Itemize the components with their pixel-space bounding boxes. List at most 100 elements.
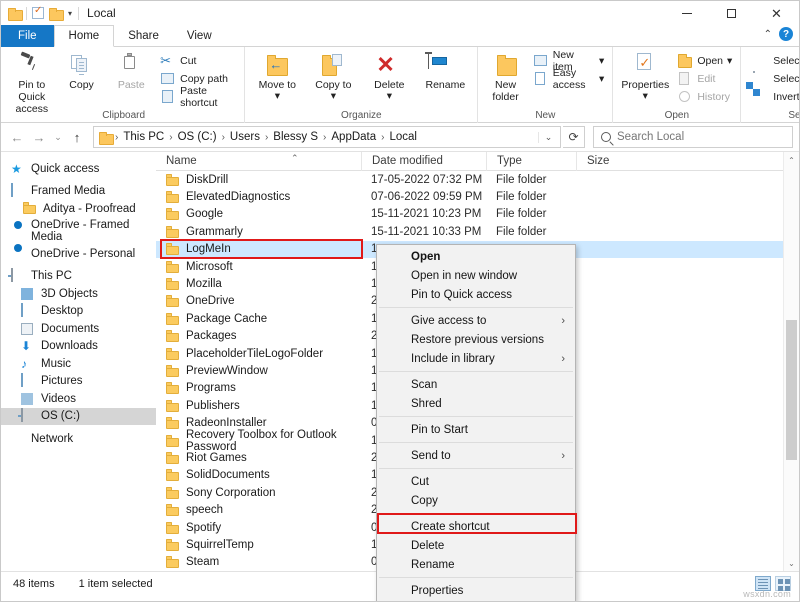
breadcrumb-os-c[interactable]: OS (C:): [173, 131, 222, 143]
tab-file[interactable]: File: [1, 25, 54, 47]
close-button[interactable]: ✕: [754, 1, 799, 25]
scrollbar-thumb[interactable]: [786, 320, 797, 460]
rename-button[interactable]: Rename: [418, 50, 472, 91]
forward-button[interactable]: →: [29, 127, 49, 147]
table-row[interactable]: Google15-11-2021 10:23 PMFile folder: [156, 206, 799, 223]
sidebar-item-network[interactable]: Network: [1, 430, 156, 448]
sidebar-item-onedrive-personal[interactable]: OneDrive - Personal: [1, 245, 156, 263]
menu-item-give-access-to[interactable]: Give access to›: [377, 311, 575, 330]
up-button[interactable]: ↑: [67, 127, 87, 147]
edit-icon: [677, 71, 693, 87]
chevron-down-icon[interactable]: ⌄: [538, 132, 558, 143]
menu-item-rename[interactable]: Rename: [377, 555, 575, 574]
easy-access-button[interactable]: Easy access ▾: [530, 71, 608, 87]
breadcrumb-users[interactable]: Users: [225, 131, 265, 143]
column-header-name[interactable]: Name ⌃: [156, 152, 361, 171]
menu-item-shred[interactable]: Shred: [377, 394, 575, 413]
menu-item-open[interactable]: Open: [377, 247, 575, 266]
properties-check-icon[interactable]: [32, 7, 44, 19]
column-header-name-label: Name: [166, 155, 197, 167]
menu-item-pin-to-quick-access[interactable]: Pin to Quick access: [377, 285, 575, 304]
breadcrumb-local[interactable]: Local: [385, 131, 423, 143]
menu-item-copy[interactable]: Copy: [377, 491, 575, 510]
breadcrumb-blessy-s[interactable]: Blessy S: [268, 131, 323, 143]
sidebar-item-aditya-proofread[interactable]: Aditya - Proofread: [1, 200, 156, 218]
tab-share-label: Share: [128, 30, 159, 42]
address-box[interactable]: › This PC › OS (C:) › Users › Blessy S ›…: [93, 126, 561, 148]
sidebar-item-downloads[interactable]: ⬇ Downloads: [1, 338, 156, 356]
search-placeholder: Search Local: [617, 131, 684, 143]
recent-locations-button[interactable]: ⌄: [51, 127, 65, 147]
copy-to-button[interactable]: Copy to ▾: [306, 50, 360, 102]
folder-icon: [166, 469, 179, 481]
menu-item-delete[interactable]: Delete: [377, 536, 575, 555]
sidebar-item-this-pc[interactable]: This PC: [1, 268, 156, 286]
file-name-cell: DiskDrill: [156, 174, 361, 186]
new-folder-button[interactable]: New folder: [483, 50, 527, 103]
pin-to-quick-access-button[interactable]: Pin to Quick access: [8, 50, 56, 115]
move-to-button[interactable]: ← Move to ▾: [250, 50, 304, 102]
delete-ribbon-button[interactable]: ✕ Delete ▾: [362, 50, 416, 102]
cut-button[interactable]: ✂ Cut: [157, 53, 239, 69]
new-folder-label: New folder: [483, 79, 527, 103]
sidebar-item-3d-objects[interactable]: 3D Objects: [1, 285, 156, 303]
minimize-button[interactable]: [664, 1, 709, 25]
copy-button[interactable]: Copy: [58, 50, 106, 91]
menu-item-include-in-library[interactable]: Include in library›: [377, 349, 575, 368]
menu-item-cut[interactable]: Cut: [377, 472, 575, 491]
menu-item-create-shortcut[interactable]: Create shortcut: [377, 517, 575, 536]
sidebar-item-desktop[interactable]: Desktop: [1, 303, 156, 321]
folder-icon: [166, 208, 179, 220]
properties-button[interactable]: ✓ Properties ▾: [618, 50, 672, 102]
sidebar-item-pictures[interactable]: Pictures: [1, 373, 156, 391]
new-folder-icon[interactable]: [49, 8, 62, 19]
table-row[interactable]: ElevatedDiagnostics07-06-2022 09:59 PMFi…: [156, 188, 799, 205]
column-header-type[interactable]: Type: [486, 152, 576, 171]
help-icon[interactable]: ?: [779, 27, 793, 41]
tab-home[interactable]: Home: [54, 25, 115, 47]
folder-icon: [166, 261, 179, 273]
customize-caret-icon[interactable]: ▾: [68, 9, 72, 18]
sidebar-item-os-c[interactable]: OS (C:): [1, 408, 156, 426]
table-row[interactable]: DiskDrill17-05-2022 07:32 PMFile folder: [156, 171, 799, 188]
menu-item-scan[interactable]: Scan: [377, 375, 575, 394]
select-all-button[interactable]: Select all: [750, 53, 800, 69]
edit-button[interactable]: Edit: [674, 71, 735, 87]
tab-share[interactable]: Share: [114, 25, 173, 47]
paste-button[interactable]: Paste: [107, 50, 155, 91]
sidebar-item-quick-access[interactable]: ★ Quick access: [1, 160, 156, 178]
menu-item-send-to[interactable]: Send to›: [377, 446, 575, 465]
sidebar-item-framed-media[interactable]: Framed Media: [1, 183, 156, 201]
file-name-cell: Steam: [156, 556, 361, 568]
sidebar-item-onedrive-framed-media[interactable]: OneDrive - Framed Media: [1, 223, 156, 241]
menu-item-restore-previous-versions[interactable]: Restore previous versions: [377, 330, 575, 349]
invert-selection-button[interactable]: Invert selection: [750, 89, 800, 105]
breadcrumb-appdata[interactable]: AppData: [326, 131, 381, 143]
menu-item-pin-to-start[interactable]: Pin to Start: [377, 420, 575, 439]
tab-view[interactable]: View: [173, 25, 226, 47]
history-button[interactable]: History: [674, 89, 735, 105]
search-input[interactable]: Search Local: [593, 126, 793, 148]
sidebar-label: Quick access: [31, 163, 99, 175]
sidebar-item-videos[interactable]: Videos: [1, 390, 156, 408]
maximize-button[interactable]: [709, 1, 754, 25]
refresh-button[interactable]: ⟳: [563, 126, 585, 148]
breadcrumb-this-pc[interactable]: This PC: [118, 131, 169, 143]
menu-item-open-in-new-window[interactable]: Open in new window: [377, 266, 575, 285]
back-button[interactable]: ←: [7, 127, 27, 147]
vertical-scrollbar[interactable]: ⌃ ⌄: [783, 152, 799, 571]
column-header-date-modified[interactable]: Date modified: [361, 152, 486, 171]
chevron-up-icon[interactable]: ⌃: [764, 29, 772, 40]
column-header-size[interactable]: Size: [576, 152, 676, 171]
open-folder-icon: [677, 53, 693, 69]
scroll-down-icon[interactable]: ⌄: [784, 555, 799, 571]
sidebar-item-music[interactable]: ♪ Music: [1, 355, 156, 373]
menu-item-properties[interactable]: Properties: [377, 581, 575, 600]
open-button[interactable]: Open ▾: [674, 53, 735, 69]
select-none-button[interactable]: Select none: [750, 71, 800, 87]
table-row[interactable]: Grammarly15-11-2021 10:33 PMFile folder: [156, 223, 799, 240]
paste-shortcut-button[interactable]: Paste shortcut: [157, 89, 239, 105]
copy-to-icon: [320, 53, 346, 77]
scroll-up-icon[interactable]: ⌃: [784, 152, 799, 168]
sidebar-item-documents[interactable]: Documents: [1, 320, 156, 338]
